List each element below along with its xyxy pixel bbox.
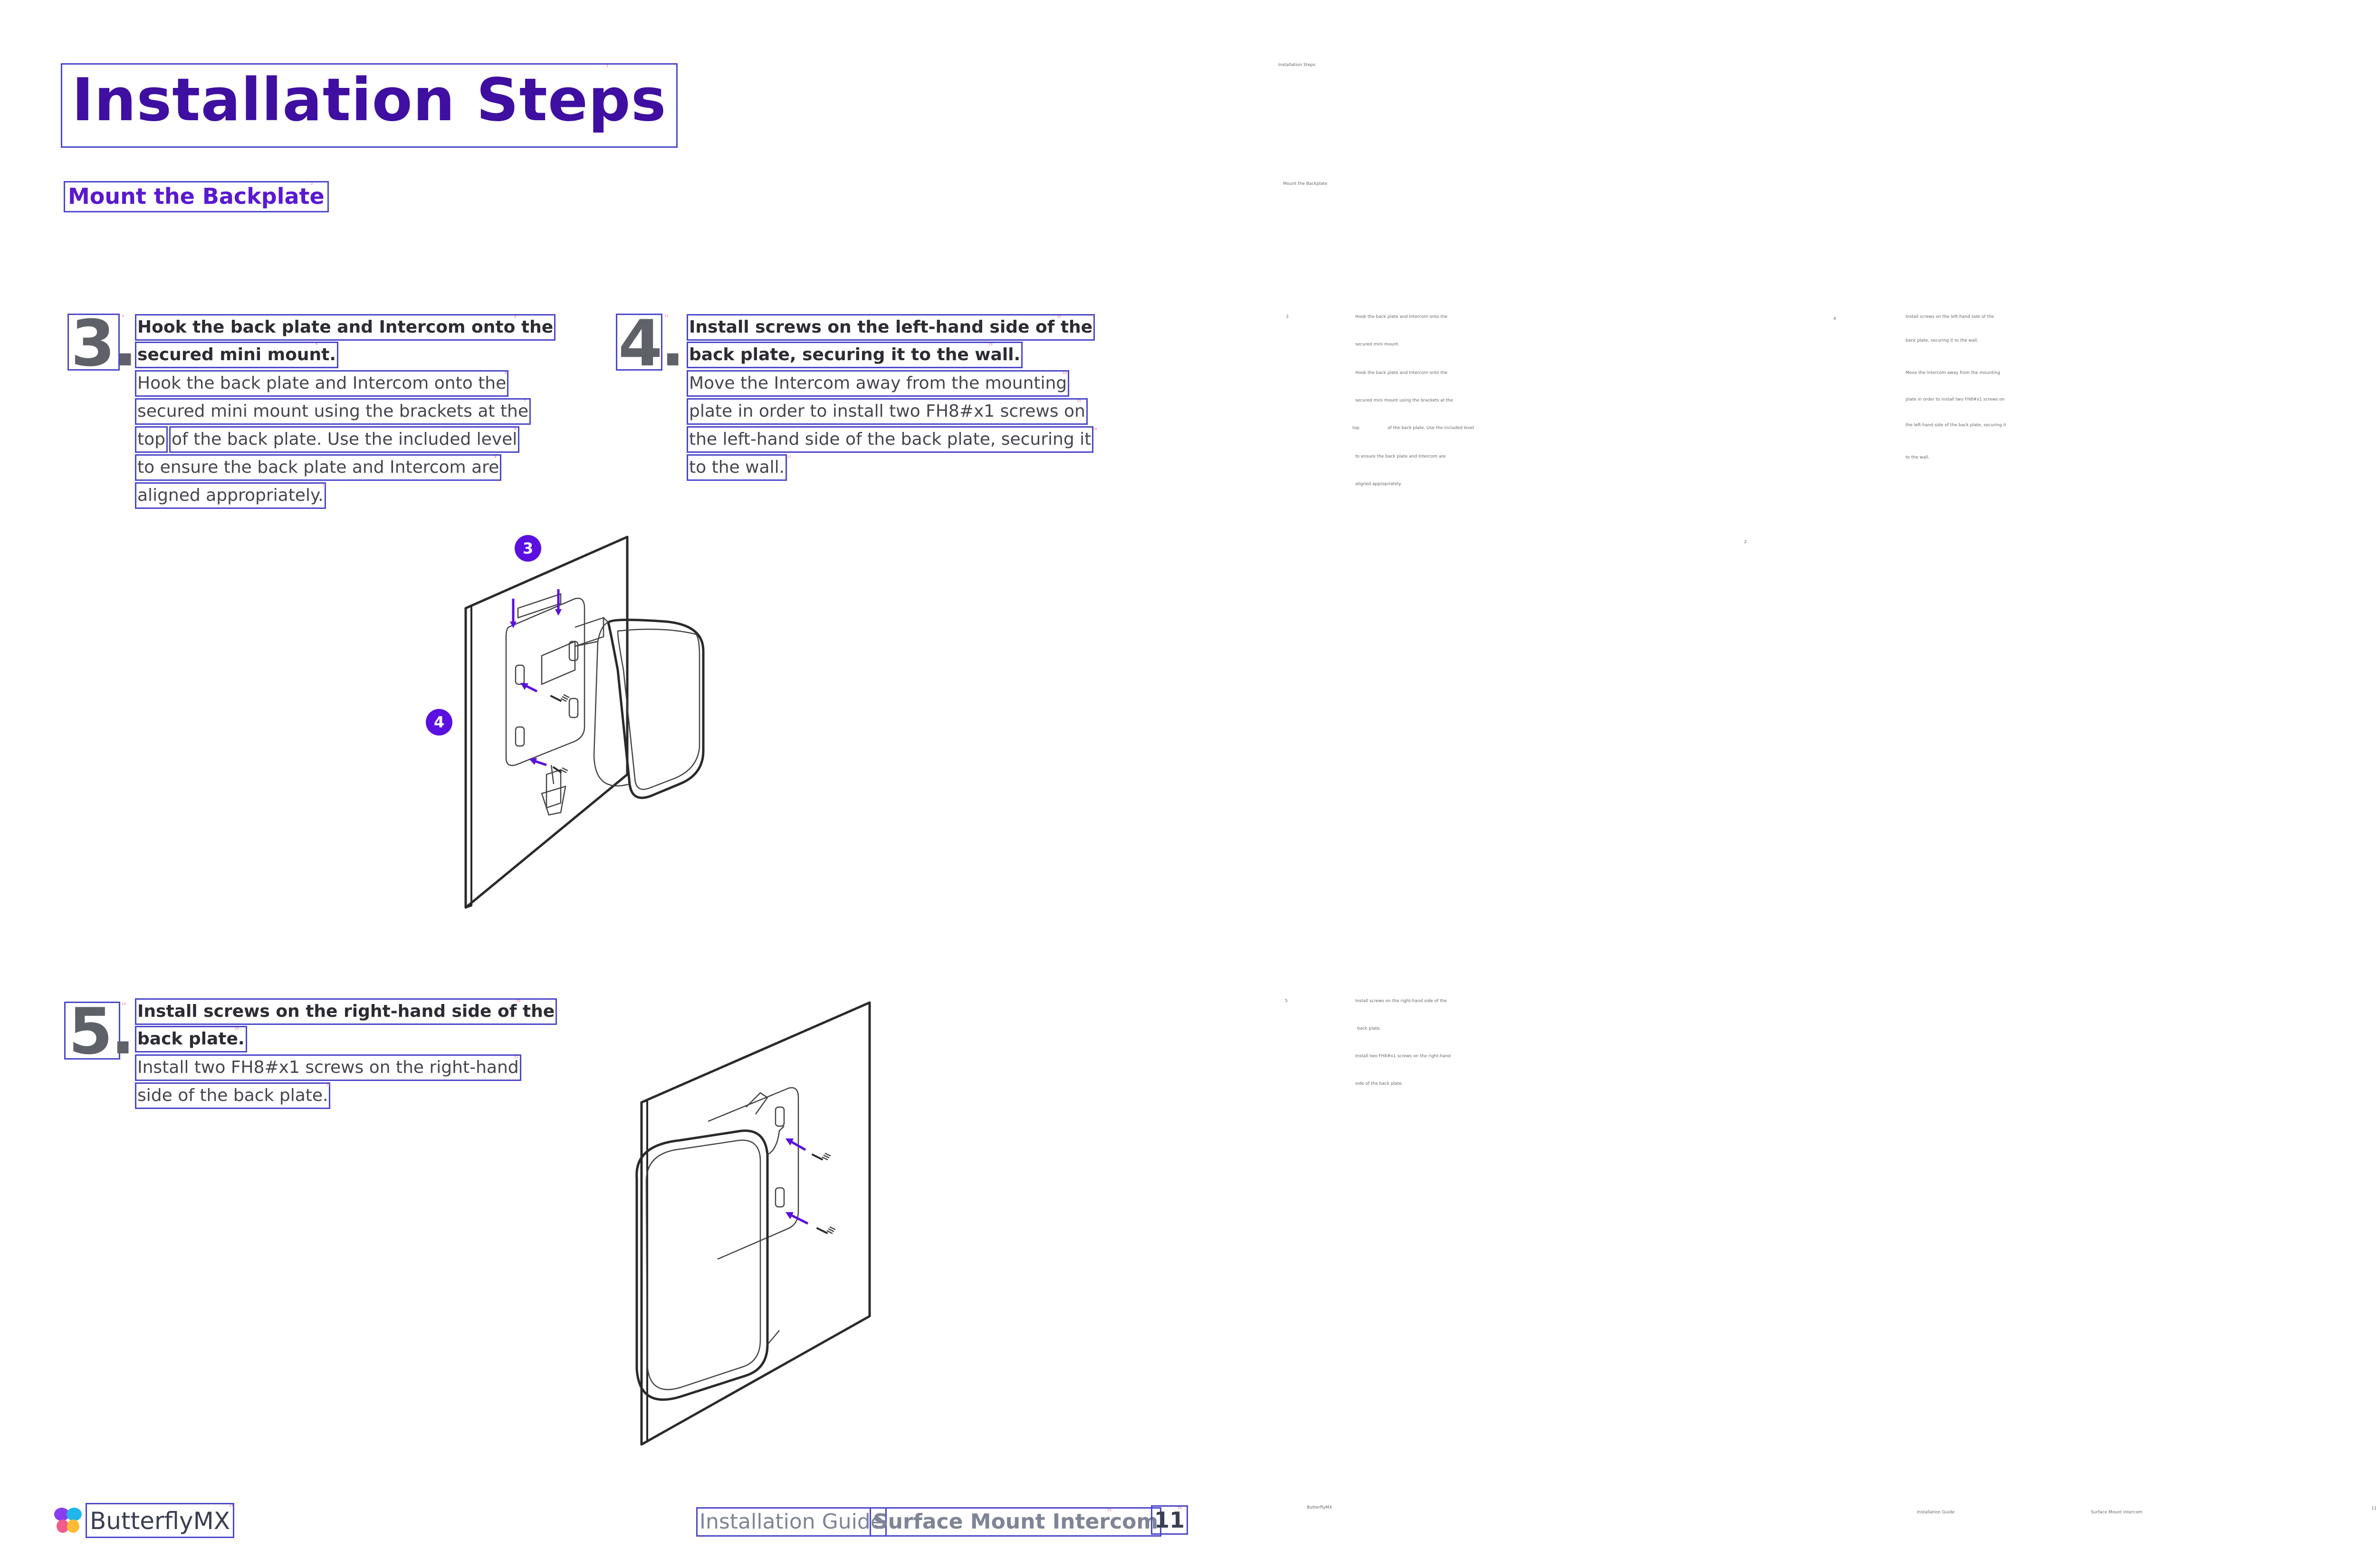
mirror-step-4-line: the left-hand side of the back plate, se… — [1906, 423, 2006, 428]
region-marker: 24 — [1107, 1508, 1111, 1512]
step-4-body-line: Move the Intercom away from the mounting — [687, 370, 1070, 397]
step-number-digit: 5 — [68, 994, 113, 1069]
mirror-step-3-line: secured mini mount using the brackets at… — [1355, 398, 1453, 403]
mirror-title: Installation Steps — [1278, 63, 1315, 67]
step-3-body-line: of the back plate. Use the included leve… — [169, 426, 520, 453]
mirror-step-4-number: 4 — [1833, 316, 1836, 321]
mirror-page-number: 11 — [2371, 1506, 2376, 1511]
mirror-step-3-line: to ensure the back plate and Intercom ar… — [1355, 454, 1446, 459]
region-marker: 25 — [1178, 1506, 1182, 1510]
step-3-body-line: top — [135, 426, 168, 453]
step-4-body-line: plate in order to install two FH8#x1 scr… — [687, 398, 1088, 425]
mounting-illustration — [464, 535, 705, 909]
step-4-heading-line: back plate, securing it to the wall. — [687, 342, 1023, 368]
step-3-body-line: Hook the back plate and Intercom onto th… — [135, 370, 509, 397]
section-subtitle: Mount the Backplate — [64, 181, 329, 212]
region-marker: 5 — [316, 343, 318, 346]
step-5-body-line: side of the back plate. — [135, 1082, 331, 1109]
mirror-step-3-line: secured mini mount. — [1355, 342, 1399, 347]
mirror-step-3-line: aligned appropriately. — [1355, 482, 1402, 487]
mirror-guide: Installation Guide — [1917, 1510, 1955, 1515]
step-5-body-line: Install two FH8#x1 screws on the right-h… — [135, 1054, 521, 1081]
page-title: Installation Steps — [61, 63, 678, 148]
step-3-body-line: to ensure the back plate and Intercom ar… — [135, 454, 502, 481]
brand-name: ButterflyMX — [86, 1503, 234, 1538]
region-marker: 7 — [524, 399, 526, 403]
step-4-badge: 4 — [426, 709, 452, 736]
mirror-figure-number: 2 — [1744, 540, 1747, 545]
mirror-product: Surface Mount Intercom — [2091, 1510, 2143, 1515]
footer-guide-label: Installation Guide — [696, 1507, 887, 1537]
mirror-step-3-line: Hook the back plate and Intercom onto th… — [1355, 371, 1448, 375]
page-number: 11 — [1151, 1505, 1188, 1535]
region-marker: 15 — [1077, 399, 1081, 403]
step-number-dot: . — [113, 306, 137, 381]
region-marker: 12 — [1057, 315, 1061, 319]
region-marker: 13 — [988, 343, 993, 346]
mirror-step-4-line: plate in order to install two FH8#x1 scr… — [1906, 397, 2005, 402]
figure-steps-3-4 — [418, 527, 779, 917]
mirror-step-4-line: Move the Intercom away from the mounting — [1906, 371, 2000, 375]
mirror-step-3-line: top — [1352, 426, 1360, 430]
figure-step-5 — [604, 988, 889, 1454]
mirror-step-5-line: Install screws on the right-hand side of… — [1355, 999, 1447, 1004]
mirror-step-4-line: Install screws on the left-hand side of … — [1906, 315, 1994, 319]
region-marker: 22 — [326, 1083, 330, 1087]
region-marker: 19 — [516, 999, 520, 1003]
step-4-body-line: the left-hand side of the back plate, se… — [687, 426, 1094, 453]
step-3-heading-line: secured mini mount. — [135, 342, 339, 368]
step-number-digit: 4 — [618, 306, 662, 381]
mirror-step-5-line: Install two FH8#x1 screws on the right-h… — [1355, 1054, 1451, 1059]
step-3-badge: 3 — [515, 535, 541, 562]
region-marker: 17 — [787, 455, 791, 459]
region-marker: 18 — [122, 1002, 126, 1006]
mirror-step-5-line: side of the back plate. — [1355, 1081, 1403, 1086]
screws-illustration — [635, 1001, 871, 1446]
region-marker: 4 — [514, 315, 517, 319]
region-marker: 14 — [1063, 371, 1067, 375]
step-4-number: 4. — [616, 312, 685, 375]
region-marker: 1 — [606, 64, 609, 68]
region-marker: 23 — [229, 1504, 233, 1508]
footer-product-label: Surface Mount Intercom — [870, 1507, 1162, 1537]
step-5-heading-line: back plate. — [135, 1026, 247, 1052]
region-marker: 2 — [311, 182, 313, 186]
butterfly-logo-icon — [51, 1504, 85, 1537]
mirror-step-5-number: 5 — [1285, 999, 1288, 1004]
region-marker: 11 — [664, 314, 669, 318]
mirror-step-3-number: 3 — [1286, 315, 1289, 319]
step-4-heading-line: Install screws on the left-hand side of … — [687, 314, 1095, 341]
step-3-body-line: aligned appropriately. — [135, 482, 326, 509]
step-3-body-line: secured mini mount using the brackets at… — [135, 398, 531, 425]
region-marker: 8 — [514, 427, 517, 431]
step-5-number: 5. — [64, 1000, 135, 1063]
step-5-heading-line: Install screws on the right-hand side of… — [135, 998, 557, 1025]
mirror-brand: ButterflyMX — [1307, 1505, 1332, 1510]
mirror-step-3-line: of the back plate. Use the included leve… — [1388, 426, 1474, 430]
mirror-step-4-line: back plate, securing it to the wall. — [1906, 338, 1979, 343]
mirror-step-5-line: back plate. — [1357, 1026, 1381, 1031]
mirror-step-3-line: Hook the back plate and Intercom onto th… — [1355, 315, 1448, 319]
region-marker: 3 — [122, 314, 124, 318]
step-4-body-line: to the wall. — [687, 454, 787, 481]
region-marker: 10 — [322, 483, 326, 487]
step-3-heading-line: Hook the back plate and Intercom onto th… — [135, 314, 556, 341]
mirror-step-4-line: to the wall. — [1906, 455, 1930, 460]
region-marker: 16 — [1093, 427, 1097, 431]
region-marker: 20 — [235, 1027, 239, 1031]
region-marker: 6 — [505, 371, 507, 375]
step-3-number: 3. — [67, 312, 137, 375]
mirror-subtitle: Mount the Backplate — [1283, 182, 1328, 186]
step-number-digit: 3 — [71, 306, 115, 381]
region-marker: 9 — [494, 455, 497, 459]
region-marker: 21 — [514, 1055, 518, 1059]
